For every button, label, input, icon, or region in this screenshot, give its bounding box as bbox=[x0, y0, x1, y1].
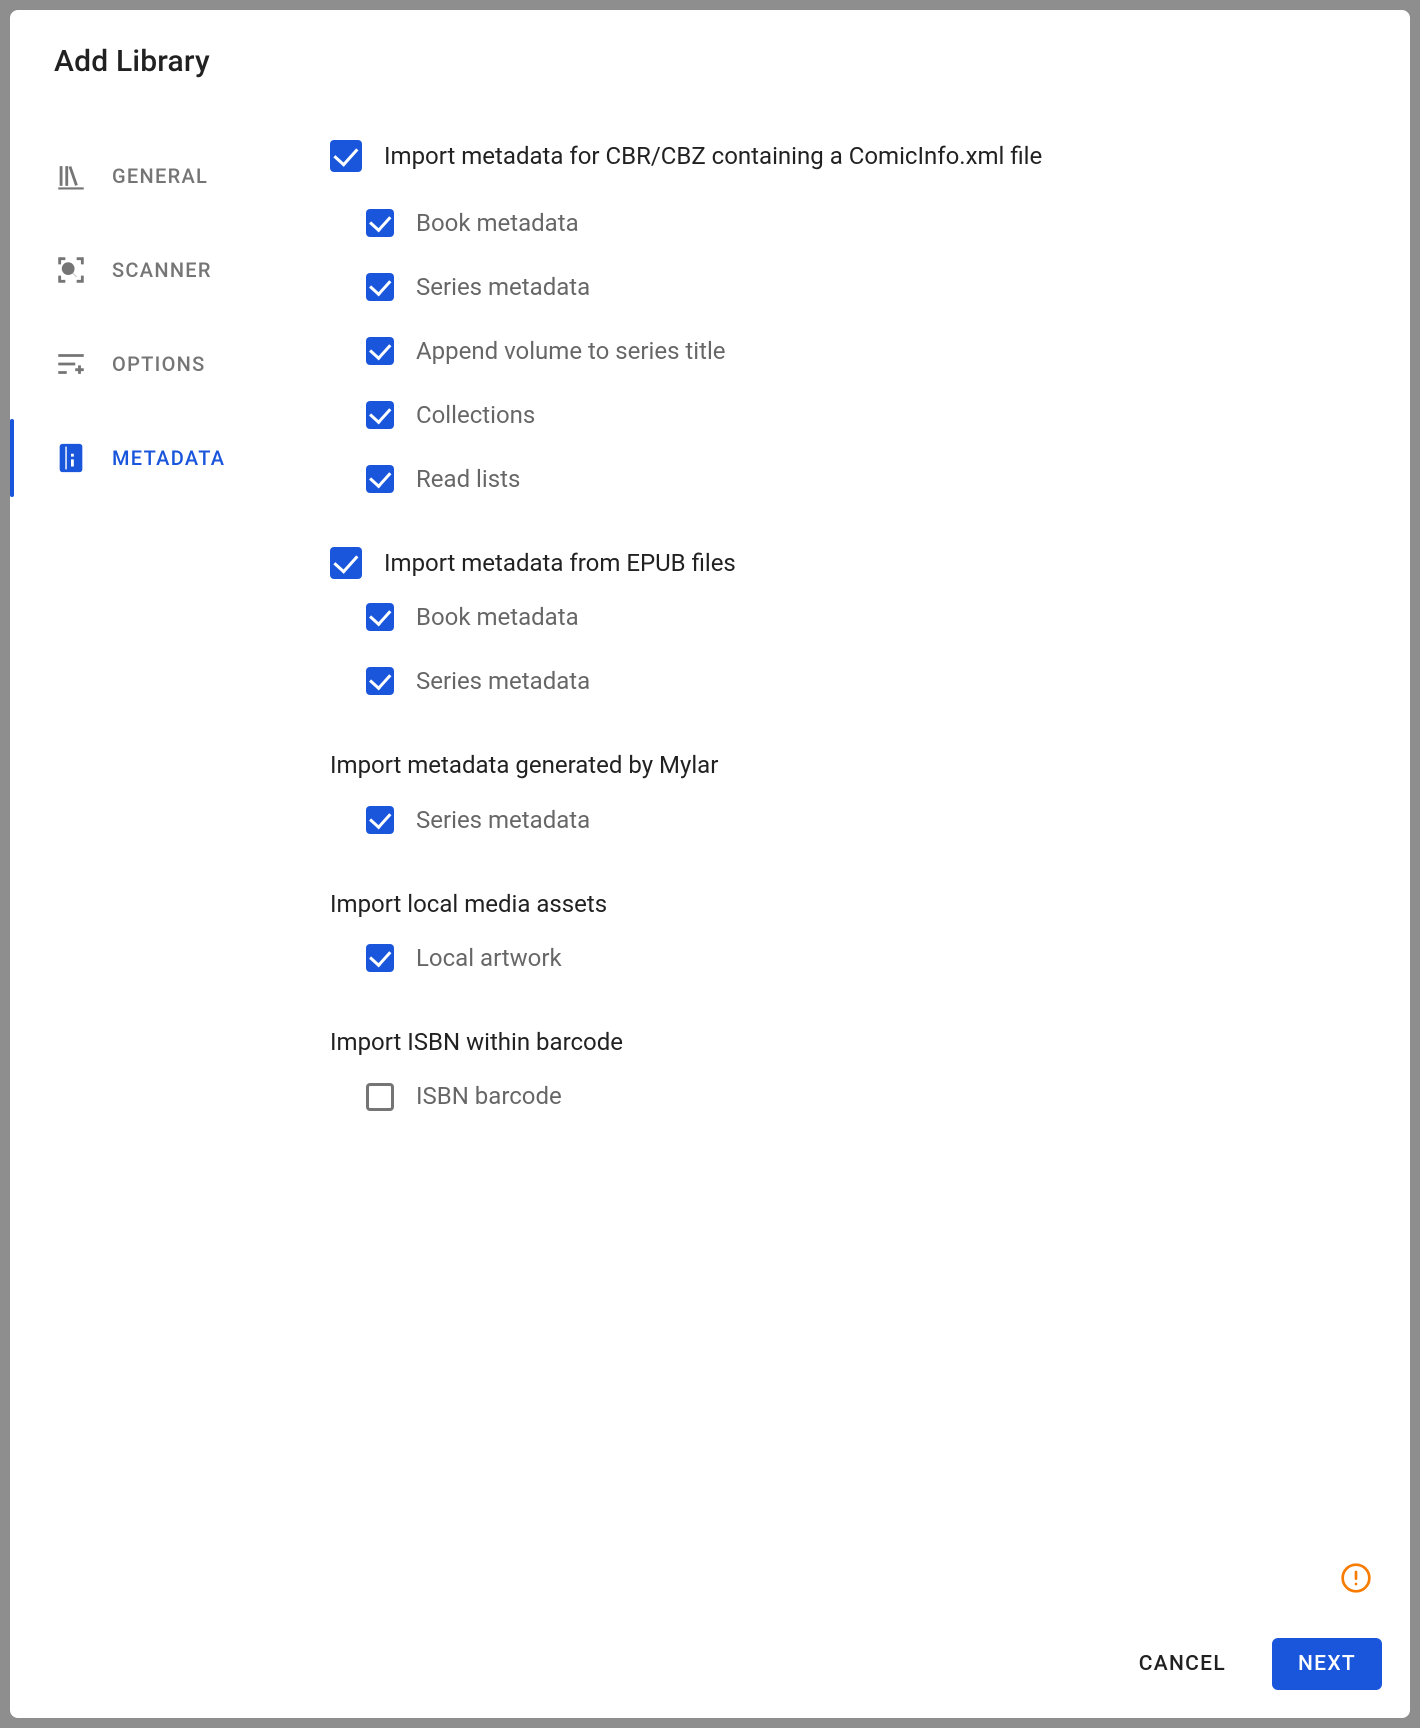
checkbox-comicinfo[interactable] bbox=[330, 140, 362, 172]
row-comicinfo-book: Book metadata bbox=[330, 191, 1370, 255]
tab-scanner[interactable]: Scanner bbox=[10, 223, 310, 317]
checkbox-comicinfo-collections[interactable] bbox=[366, 401, 394, 429]
section-local: Import local media assets bbox=[330, 852, 1370, 926]
label-mylar: Import metadata generated by Mylar bbox=[330, 749, 718, 781]
alert-icon[interactable] bbox=[1340, 1562, 1372, 1594]
add-library-dialog: Add Library General Scanner bbox=[10, 10, 1410, 1718]
label-mylar-series: Series metadata bbox=[416, 804, 590, 836]
row-mylar-series: Series metadata bbox=[330, 788, 1370, 852]
label-comicinfo-series: Series metadata bbox=[416, 271, 590, 303]
row-comicinfo-append-volume: Append volume to series title bbox=[330, 319, 1370, 383]
tab-metadata-label: Metadata bbox=[112, 446, 225, 470]
checkbox-epub-series[interactable] bbox=[366, 667, 394, 695]
metadata-panel: Import metadata for CBR/CBZ containing a… bbox=[310, 97, 1410, 1622]
dialog-header: Add Library bbox=[10, 10, 1410, 97]
tune-icon bbox=[54, 347, 88, 381]
checkbox-comicinfo-readlists[interactable] bbox=[366, 465, 394, 493]
section-epub: Import metadata from EPUB files bbox=[330, 511, 1370, 585]
checkbox-comicinfo-append-volume[interactable] bbox=[366, 337, 394, 365]
tab-scanner-label: Scanner bbox=[112, 258, 212, 282]
checkbox-comicinfo-series[interactable] bbox=[366, 273, 394, 301]
scanner-icon bbox=[54, 253, 88, 287]
label-local: Import local media assets bbox=[330, 888, 607, 920]
tab-options[interactable]: Options bbox=[10, 317, 310, 411]
tab-options-label: Options bbox=[112, 352, 206, 376]
row-isbn-barcode: ISBN barcode bbox=[330, 1065, 1370, 1129]
label-comicinfo: Import metadata for CBR/CBZ containing a… bbox=[384, 140, 1042, 172]
tab-metadata[interactable]: Metadata bbox=[10, 411, 310, 505]
row-comicinfo-readlists: Read lists bbox=[330, 447, 1370, 511]
label-comicinfo-book: Book metadata bbox=[416, 207, 579, 239]
checkbox-isbn-barcode[interactable] bbox=[366, 1083, 394, 1111]
label-epub-book: Book metadata bbox=[416, 601, 579, 633]
dialog-title: Add Library bbox=[54, 44, 1366, 79]
checkbox-epub-book[interactable] bbox=[366, 603, 394, 631]
checkbox-epub[interactable] bbox=[330, 547, 362, 579]
row-epub-series: Series metadata bbox=[330, 649, 1370, 713]
book-info-icon bbox=[54, 441, 88, 475]
tab-general[interactable]: General bbox=[10, 129, 310, 223]
row-epub-book: Book metadata bbox=[330, 585, 1370, 649]
library-shelf-icon bbox=[54, 159, 88, 193]
checkbox-comicinfo-book[interactable] bbox=[366, 209, 394, 237]
next-button[interactable]: Next bbox=[1272, 1638, 1382, 1690]
label-local-artwork: Local artwork bbox=[416, 942, 562, 974]
section-mylar: Import metadata generated by Mylar bbox=[330, 713, 1370, 787]
label-comicinfo-collections: Collections bbox=[416, 399, 535, 431]
label-epub: Import metadata from EPUB files bbox=[384, 547, 736, 579]
row-comicinfo-series: Series metadata bbox=[330, 255, 1370, 319]
cancel-button[interactable]: Cancel bbox=[1113, 1638, 1252, 1690]
section-comicinfo: Import metadata for CBR/CBZ containing a… bbox=[330, 127, 1370, 191]
row-comicinfo-collections: Collections bbox=[330, 383, 1370, 447]
label-isbn: Import ISBN within barcode bbox=[330, 1026, 623, 1058]
label-isbn-barcode: ISBN barcode bbox=[416, 1080, 562, 1112]
label-comicinfo-readlists: Read lists bbox=[416, 463, 520, 495]
label-comicinfo-append-volume: Append volume to series title bbox=[416, 335, 726, 367]
section-isbn: Import ISBN within barcode bbox=[330, 990, 1370, 1064]
label-epub-series: Series metadata bbox=[416, 665, 590, 697]
dialog-footer: Cancel Next bbox=[10, 1622, 1410, 1718]
checkbox-mylar-series[interactable] bbox=[366, 806, 394, 834]
sidebar-tabs: General Scanner Options bbox=[10, 97, 310, 1622]
row-local-artwork: Local artwork bbox=[330, 926, 1370, 990]
tab-general-label: General bbox=[112, 164, 208, 188]
checkbox-local-artwork[interactable] bbox=[366, 944, 394, 972]
